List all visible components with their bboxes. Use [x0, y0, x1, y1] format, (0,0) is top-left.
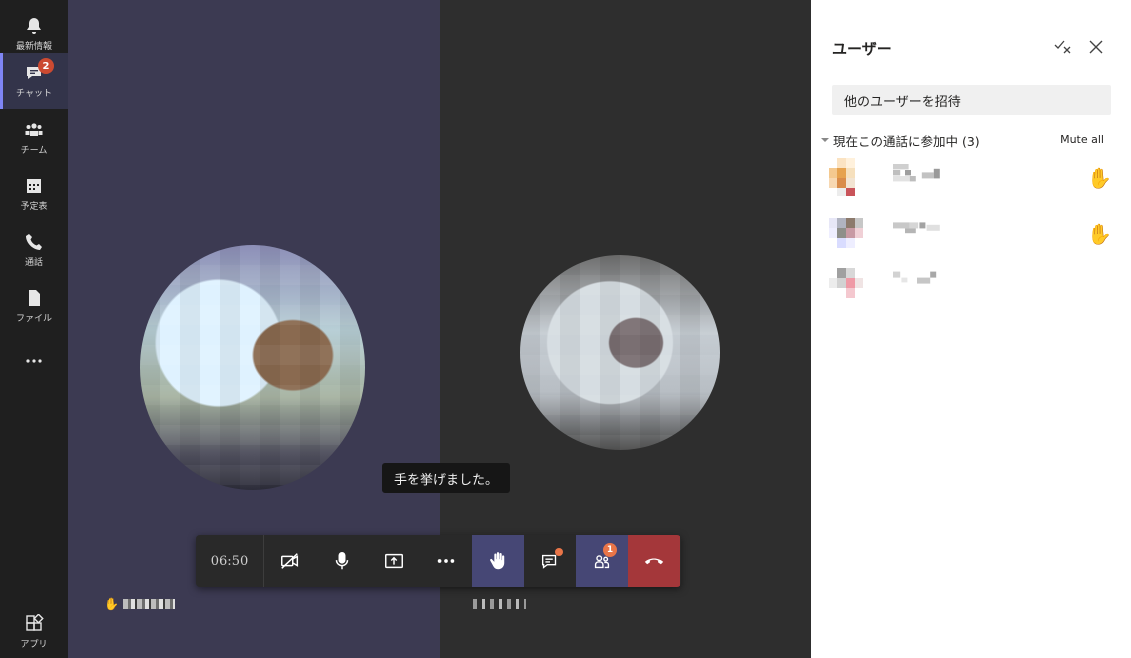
chevron-down-icon: [821, 138, 829, 142]
participant-row[interactable]: ✋: [829, 158, 1119, 202]
blurred-name: [468, 599, 526, 609]
rail-item-teams[interactable]: チーム: [0, 110, 68, 166]
rail-label: チーム: [20, 146, 48, 156]
app-rail: 最新情報 チャット 2 チーム 予定表 通話 ファイル アプリ: [0, 0, 68, 658]
share-screen-icon: [385, 553, 403, 569]
chat-button[interactable]: [524, 535, 576, 587]
avatar: [829, 218, 863, 248]
rail-label: 予定表: [20, 202, 48, 212]
file-icon: [29, 290, 40, 306]
participant-row[interactable]: [829, 262, 1119, 306]
apps-icon: [26, 614, 44, 631]
teams-icon: [25, 123, 43, 136]
raised-hand-icon: ✋: [1087, 166, 1112, 190]
microphone-icon: [335, 552, 349, 570]
participant-avatar: [140, 245, 365, 490]
check-dismiss-icon[interactable]: [1054, 37, 1072, 55]
chat-badge: 2: [38, 58, 54, 74]
rail-item-calls[interactable]: 通話: [0, 222, 68, 278]
share-screen-button[interactable]: [368, 535, 420, 587]
camera-toggle-button[interactable]: [264, 535, 316, 587]
avatar: [829, 158, 855, 196]
rail-item-files[interactable]: ファイル: [0, 278, 68, 334]
rail-label: 通話: [24, 258, 43, 268]
participant-row[interactable]: ✋: [829, 214, 1119, 258]
call-timer: 06:50: [196, 535, 264, 587]
microphone-button[interactable]: [316, 535, 368, 587]
invite-people-input[interactable]: 他のユーザーを招待: [832, 85, 1111, 115]
participant-name-tag: ✋: [104, 597, 175, 611]
show-participants-button[interactable]: 1: [576, 535, 628, 587]
phone-icon: [26, 234, 42, 250]
rail-item-apps[interactable]: アプリ: [0, 604, 68, 658]
more-icon: [26, 359, 42, 363]
calendar-icon: [27, 179, 41, 193]
participants-panel: ユーザー 他のユーザーを招待 現在この通話に参加中 (3) Mute all ✋: [811, 0, 1131, 658]
blurred-name: [122, 599, 175, 609]
hand-raised-toast: 手を挙げました。: [382, 463, 511, 493]
participant-avatar: [520, 255, 720, 450]
avatar: [829, 268, 863, 298]
hang-up-button[interactable]: [628, 535, 680, 587]
call-controls-bar: 06:50 1: [196, 535, 681, 587]
more-icon: [437, 559, 455, 563]
rail-label: ファイル: [15, 314, 52, 324]
section-label: 現在この通話に参加中 (3): [833, 133, 980, 149]
raise-hand-button[interactable]: [472, 535, 524, 587]
unread-dot: [555, 548, 563, 556]
rail-label: チャット: [16, 89, 52, 99]
participant-name-tag: [468, 599, 526, 609]
close-icon[interactable]: [1087, 38, 1105, 56]
blurred-name: [893, 222, 940, 234]
in-call-section-header[interactable]: 現在この通話に参加中 (3) Mute all: [818, 131, 1108, 149]
rail-label: アプリ: [20, 640, 48, 650]
blurred-name: [893, 271, 937, 284]
panel-title: ユーザー: [832, 40, 892, 58]
raised-hand-icon: ✋: [1087, 222, 1112, 246]
hang-up-icon: [644, 558, 664, 565]
mute-all-button[interactable]: Mute all: [1060, 133, 1104, 146]
raised-hand-icon: ✋: [104, 597, 119, 611]
rail-item-calendar[interactable]: 予定表: [0, 166, 68, 222]
more-actions-button[interactable]: [420, 535, 472, 587]
blurred-name: [893, 164, 940, 182]
participants-badge: 1: [603, 543, 617, 557]
rail-label: 最新情報: [15, 42, 52, 52]
camera-off-icon: [281, 553, 299, 569]
bell-icon: [27, 18, 41, 34]
rail-item-more[interactable]: [0, 333, 68, 389]
teams-call-window: 最新情報 チャット 2 チーム 予定表 通話 ファイル アプリ ✋ 手を挙げまし…: [0, 0, 1131, 658]
rail-item-chat[interactable]: チャット 2: [0, 53, 68, 109]
hand-icon: [490, 552, 505, 570]
call-stage: ✋ 手を挙げました。 06:50 1: [68, 0, 811, 658]
